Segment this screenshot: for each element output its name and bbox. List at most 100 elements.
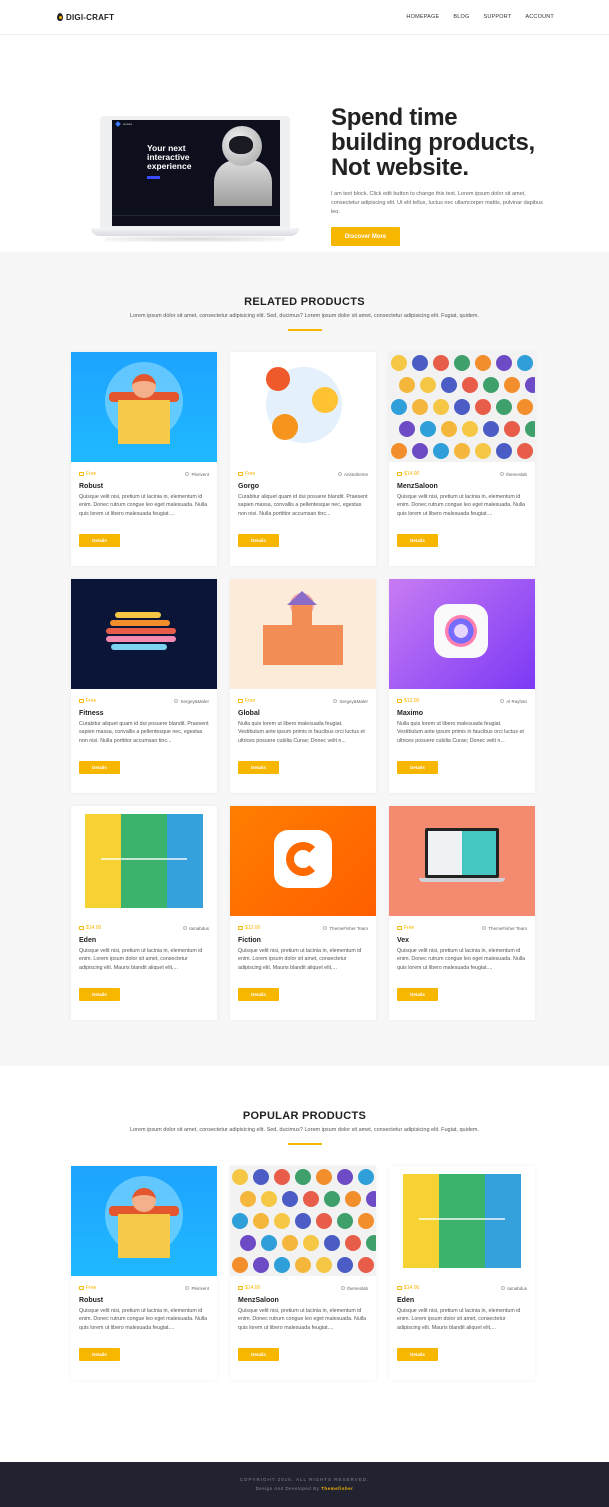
art-badge <box>303 1235 319 1251</box>
product-title[interactable]: Fiction <box>238 937 368 944</box>
details-button[interactable]: Details <box>238 761 279 774</box>
product-card[interactable]: $14.00 themeslab MenzSaloon Quisque velit n… <box>230 1166 376 1380</box>
details-button[interactable]: Details <box>79 988 120 1001</box>
details-button[interactable]: Details <box>238 988 279 1001</box>
details-button[interactable]: Details <box>79 1348 120 1361</box>
product-title[interactable]: MenzSaloon <box>238 1297 368 1304</box>
price-tag-icon <box>238 699 243 703</box>
product-card[interactable]: Free ThemeFisher Team Vex Quisque velit nis… <box>389 806 535 1020</box>
user-icon <box>323 926 328 930</box>
art-badge <box>324 1191 340 1207</box>
footer-credit-link[interactable]: Themefisher <box>321 1486 353 1491</box>
price-text: Free <box>86 471 97 477</box>
product-title[interactable]: Fitness <box>79 710 209 717</box>
product-author[interactable]: Plerivent <box>185 1286 209 1291</box>
product-description: Nulla quis lorem ut libero malesuada feu… <box>238 721 365 744</box>
nav-link-blog[interactable]: BLOG <box>453 14 469 20</box>
author-text: Plerivent <box>191 1285 209 1291</box>
art-screen-panel <box>462 831 496 875</box>
details-button[interactable]: Details <box>397 1348 438 1361</box>
art-badge <box>358 1169 374 1185</box>
product-card-body: Free ThemeFisher Team Vex Quisque velit nis… <box>389 916 535 1001</box>
hero-title-line1: Spend time <box>331 104 458 131</box>
product-thumbnail[interactable] <box>389 352 535 462</box>
product-card[interactable]: $12.00 ThemeFisher Team Fiction Quisque vel… <box>230 806 376 1020</box>
art-badge <box>433 443 449 459</box>
product-thumbnail[interactable] <box>71 806 217 916</box>
product-card[interactable]: Free Plerivent Robust Quisque velit nisi, p… <box>71 1166 217 1380</box>
product-author[interactable]: themeslab <box>341 1286 368 1291</box>
brand-logo[interactable]: DIGI-CRAFT <box>57 13 114 22</box>
product-thumbnail[interactable] <box>71 352 217 462</box>
product-thumbnail[interactable] <box>389 1166 535 1276</box>
product-description: Curabitur aliquet quam id dui posuere bl… <box>238 494 368 517</box>
product-card[interactable]: $14.00 Iamabdus Eden Quisque velit nisi, pr… <box>389 1166 535 1380</box>
product-title[interactable]: Global <box>238 710 368 717</box>
product-card[interactable]: $14.00 Iamabdus Eden Quisque velit nisi, pr… <box>71 806 217 1020</box>
product-meta: $14.00 Iamabdus <box>397 1283 527 1293</box>
nav-link-account[interactable]: ACCOUNT <box>525 14 554 20</box>
discover-more-button[interactable]: Discover More <box>331 227 400 246</box>
product-title[interactable]: Vex <box>397 937 527 944</box>
details-button[interactable]: Details <box>79 534 120 547</box>
product-author[interactable]: Iamabdus <box>183 926 209 931</box>
product-title[interactable]: Eden <box>397 1297 527 1304</box>
product-thumbnail[interactable] <box>71 579 217 689</box>
product-title[interactable]: MenzSaloon <box>397 483 527 490</box>
details-button[interactable]: Details <box>238 534 279 547</box>
product-author[interactable]: Sergey&Maler <box>174 699 209 704</box>
product-author[interactable]: ThemeFisher Team <box>323 926 368 931</box>
art-badge <box>420 377 436 393</box>
product-title[interactable]: Gorgo <box>238 483 368 490</box>
product-card[interactable]: Free Sergey&Maler Global Nulla quis lorem u… <box>230 579 376 793</box>
product-thumbnail[interactable] <box>389 806 535 916</box>
product-card[interactable]: Free Plerivent Robust Quisque velit nisi, p… <box>71 352 217 566</box>
details-button[interactable]: Details <box>397 988 438 1001</box>
product-thumbnail[interactable] <box>71 1166 217 1276</box>
details-button[interactable]: Details <box>397 761 438 774</box>
product-meta: Free Aristotheme <box>238 469 368 479</box>
art-badge <box>324 1235 340 1251</box>
art-badge <box>391 399 407 415</box>
nav-link-support[interactable]: SUPPORT <box>484 14 512 20</box>
product-author[interactable]: themeslab <box>500 472 527 477</box>
product-author[interactable]: Sergey&Maler <box>333 699 368 704</box>
product-thumbnail[interactable] <box>230 579 376 689</box>
product-meta: $12.00 ThemeFisher Team <box>238 923 368 933</box>
details-button[interactable]: Details <box>238 1348 279 1361</box>
product-title[interactable]: Maximo <box>397 710 527 717</box>
product-title[interactable]: Robust <box>79 1297 209 1304</box>
details-button[interactable]: Details <box>397 534 438 547</box>
product-author[interactable]: ThemeFisher Team <box>482 926 527 931</box>
nav-link-homepage[interactable]: HOMEPAGE <box>406 14 439 20</box>
product-meta: Free Plerivent <box>79 469 209 479</box>
art-badge <box>517 399 533 415</box>
product-card-body: $12.00 ThemeFisher Team Fiction Quisque vel… <box>230 916 376 1001</box>
product-title[interactable]: Robust <box>79 483 209 490</box>
art-badge <box>433 399 449 415</box>
product-author[interactable]: Plerivent <box>185 472 209 477</box>
product-author[interactable]: Aristotheme <box>337 472 368 477</box>
screen-brand: sudora <box>123 122 133 126</box>
product-thumbnail[interactable] <box>389 579 535 689</box>
art-badge <box>295 1169 311 1185</box>
product-title[interactable]: Eden <box>79 937 209 944</box>
product-card[interactable]: Free Aristotheme Gorgo Curabitur aliquet qu… <box>230 352 376 566</box>
art-badge <box>391 355 407 371</box>
details-button[interactable]: Details <box>79 761 120 774</box>
product-author[interactable]: Al Rayhan <box>500 699 527 704</box>
product-meta: Free Sergey&Maler <box>79 696 209 706</box>
art-badge <box>475 355 491 371</box>
art-badge <box>337 1257 353 1273</box>
product-author[interactable]: Iamabdus <box>501 1286 527 1291</box>
product-thumbnail[interactable] <box>230 352 376 462</box>
product-card[interactable]: $12.00 Al Rayhan Maximo Nulla quis lorem ut… <box>389 579 535 793</box>
product-card[interactable]: $14.00 themeslab MenzSaloon Quisque velit n… <box>389 352 535 566</box>
user-icon <box>333 699 338 703</box>
art-panel <box>85 814 121 908</box>
price-tag-icon <box>397 926 402 930</box>
product-thumbnail[interactable] <box>230 1166 376 1276</box>
product-card[interactable]: Free Sergey&Maler Fitness Curabitur aliquet… <box>71 579 217 793</box>
product-thumbnail[interactable] <box>230 806 376 916</box>
art-badge <box>240 1235 256 1251</box>
